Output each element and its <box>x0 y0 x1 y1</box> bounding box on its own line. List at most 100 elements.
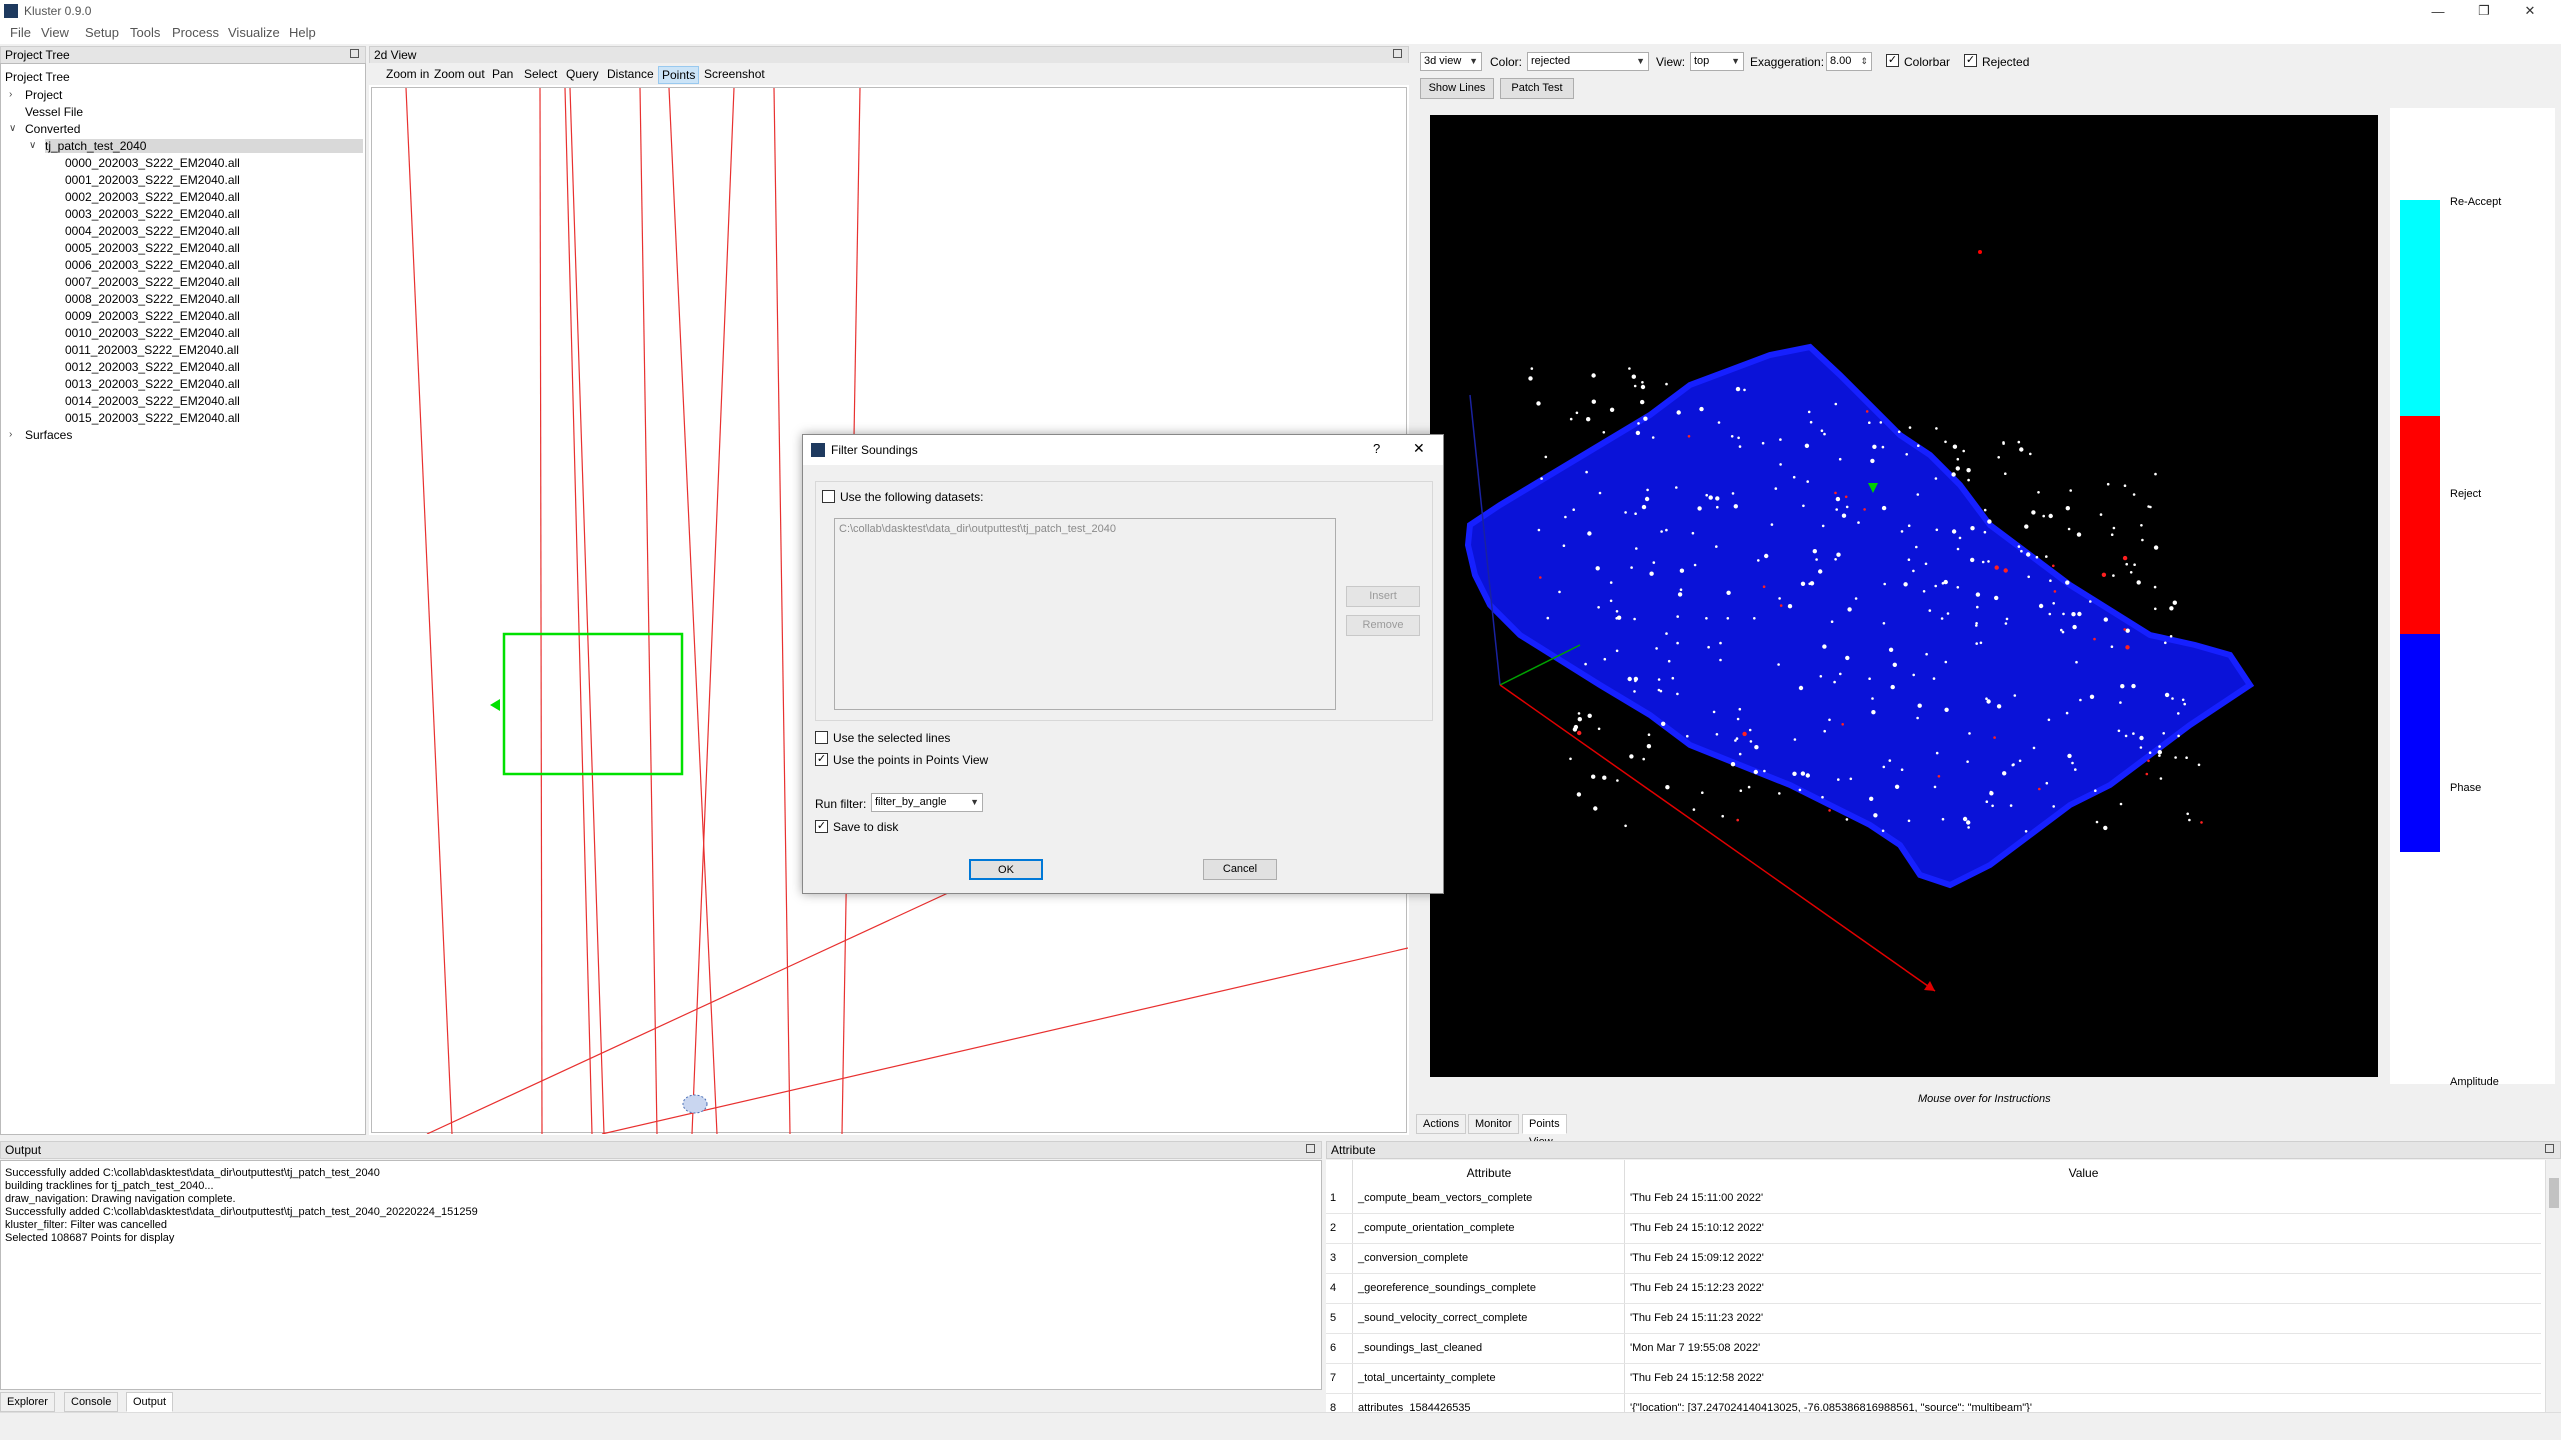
close-icon[interactable]: ✕ <box>1413 440 1425 457</box>
distance-button[interactable]: Distance <box>604 66 657 82</box>
restore-icon[interactable]: ❐ <box>2461 0 2507 22</box>
point-cloud-surface[interactable] <box>1464 343 2255 889</box>
patch-test-button[interactable]: Patch Test <box>1500 78 1574 99</box>
tab-output[interactable]: Output <box>126 1392 174 1412</box>
select-button[interactable]: Select <box>521 66 560 82</box>
datasets-list[interactable]: C:\collab\dasktest\data_dir\outputtest\t… <box>834 518 1336 710</box>
tab-monitor[interactable]: Monitor <box>1468 1114 1519 1134</box>
vertical-scrollbar[interactable] <box>2545 1160 2561 1412</box>
pan-button[interactable]: Pan <box>489 66 516 82</box>
screenshot-button[interactable]: Screenshot <box>701 66 768 82</box>
tab-explorer[interactable]: Explorer <box>0 1392 55 1412</box>
menu-process[interactable]: Process <box>172 25 219 40</box>
rejected-checkbox[interactable]: ✓ <box>1964 54 1977 67</box>
table-row[interactable]: 5 _sound_velocity_correct_complete 'Thu Fe… <box>1326 1304 2541 1334</box>
expand-arrow-icon[interactable]: ∨ <box>9 123 16 134</box>
tab-points-view[interactable]: Points View <box>1522 1114 1567 1148</box>
tree-item-line-file[interactable]: 0004_202003_S222_EM2040.all <box>65 224 240 238</box>
tree-item-line-file[interactable]: 0006_202003_S222_EM2040.all <box>65 258 240 272</box>
cancel-button[interactable]: Cancel <box>1203 859 1277 880</box>
tab-actions[interactable]: Actions <box>1416 1114 1467 1134</box>
menu-setup[interactable]: Setup <box>85 25 119 40</box>
ok-button[interactable]: OK <box>969 859 1043 880</box>
trackline[interactable] <box>426 867 1003 1135</box>
tree-item[interactable]: Vessel File <box>25 105 83 119</box>
tree-item-line-file[interactable]: 0013_202003_S222_EM2040.all <box>65 377 240 391</box>
close-icon[interactable]: ✕ <box>2507 0 2553 22</box>
menu-view[interactable]: View <box>41 25 69 40</box>
float-dock-icon[interactable] <box>2545 1144 2554 1153</box>
trackline[interactable] <box>564 87 593 1135</box>
float-dock-icon[interactable] <box>1306 1144 1315 1153</box>
tree-item-line-file[interactable]: 0007_202003_S222_EM2040.all <box>65 275 240 289</box>
view-select[interactable]: top ▼ <box>1690 52 1744 71</box>
table-row[interactable]: 1 _compute_beam_vectors_complete 'Thu Feb … <box>1326 1184 2541 1214</box>
menu-help[interactable]: Help <box>289 25 316 40</box>
spin-arrows-icon[interactable]: ⇕ <box>1860 53 1868 70</box>
selection-box[interactable] <box>502 632 684 776</box>
menu-visualize[interactable]: Visualize <box>228 25 280 40</box>
tree-item-line-file[interactable]: 0003_202003_S222_EM2040.all <box>65 207 240 221</box>
trackline[interactable] <box>691 87 735 1135</box>
points-3d-canvas[interactable] <box>1430 115 2378 1077</box>
tree-item-line-file[interactable]: 0012_202003_S222_EM2040.all <box>65 360 240 374</box>
table-row[interactable]: 2 _compute_orientation_complete 'Thu Feb 2… <box>1326 1214 2541 1244</box>
float-dock-icon[interactable] <box>350 49 359 58</box>
points-button[interactable]: Points <box>658 66 700 84</box>
tree-item-line-file[interactable]: 0002_202003_S222_EM2040.all <box>65 190 240 204</box>
trackline[interactable] <box>773 87 791 1135</box>
trackline[interactable] <box>569 87 605 1135</box>
tree-item-line-file[interactable]: 0011_202003_S222_EM2040.all <box>65 343 239 357</box>
scrollbar-thumb[interactable] <box>2549 1178 2559 1208</box>
remove-button[interactable]: Remove <box>1346 615 1420 636</box>
zoom-out-button[interactable]: Zoom out <box>431 66 488 82</box>
output-console[interactable]: Successfully added C:\collab\dasktest\da… <box>0 1160 1322 1390</box>
table-row[interactable]: 6 _soundings_last_cleaned 'Mon Mar 7 19:55… <box>1326 1334 2541 1364</box>
use-points-checkbox[interactable]: ✓ <box>815 753 828 766</box>
zoom-in-button[interactable]: Zoom in <box>383 66 432 82</box>
show-lines-button[interactable]: Show Lines <box>1420 78 1494 99</box>
tree-item-line-file[interactable]: 0009_202003_S222_EM2040.all <box>65 309 240 323</box>
tree-item[interactable]: Converted <box>25 122 80 136</box>
use-selected-lines-checkbox[interactable] <box>815 731 828 744</box>
collapse-arrow-icon[interactable]: › <box>9 89 12 100</box>
tree-item[interactable]: tj_patch_test_2040 <box>45 139 363 153</box>
column-header-value[interactable]: Value <box>1626 1166 2541 1184</box>
tree-item-line-file[interactable]: 0005_202003_S222_EM2040.all <box>65 241 240 255</box>
query-button[interactable]: Query <box>563 66 602 82</box>
table-row[interactable]: 7 _total_uncertainty_complete 'Thu Feb 24 … <box>1326 1364 2541 1394</box>
point-cloud[interactable] <box>1430 115 2378 1077</box>
instructions-hint[interactable]: Mouse over for Instructions <box>1918 1093 2051 1105</box>
tree-item[interactable]: Project <box>25 88 62 102</box>
use-datasets-checkbox[interactable] <box>822 490 835 503</box>
collapse-arrow-icon[interactable]: › <box>9 429 12 440</box>
tree-item-line-file[interactable]: 0008_202003_S222_EM2040.all <box>65 292 240 306</box>
trackline[interactable] <box>639 87 658 1135</box>
tree-item-line-file[interactable]: 0001_202003_S222_EM2040.all <box>65 173 240 187</box>
trackline[interactable] <box>668 87 718 1135</box>
tab-console[interactable]: Console <box>64 1392 119 1412</box>
table-row[interactable]: 3 _conversion_complete 'Thu Feb 24 15:09:1… <box>1326 1244 2541 1274</box>
tree-item-line-file[interactable]: 0015_202003_S222_EM2040.all <box>65 411 240 425</box>
color-select[interactable]: rejected ▼ <box>1527 52 1649 71</box>
tree-item-line-file[interactable]: 0014_202003_S222_EM2040.all <box>65 394 240 408</box>
table-row[interactable]: 8 attributes_1584426535 '{"location": [37.… <box>1326 1394 2541 1412</box>
table-row[interactable]: 4 _georeference_soundings_complete 'Thu Fe… <box>1326 1274 2541 1304</box>
column-header-attribute[interactable]: Attribute <box>1354 1166 1624 1184</box>
tree-item[interactable]: Surfaces <box>25 428 72 442</box>
save-to-disk-checkbox[interactable]: ✓ <box>815 820 828 833</box>
tree-item-line-file[interactable]: 0010_202003_S222_EM2040.all <box>65 326 240 340</box>
trackline[interactable] <box>405 87 453 1135</box>
colorbar-checkbox[interactable]: ✓ <box>1886 54 1899 67</box>
menu-file[interactable]: File <box>10 25 31 40</box>
trackline[interactable] <box>539 87 543 1135</box>
view-mode-select[interactable]: 3d view ▼ <box>1420 52 1482 71</box>
run-filter-select[interactable]: filter_by_angle ▼ <box>871 793 983 812</box>
tree-item-line-file[interactable]: 0000_202003_S222_EM2040.all <box>65 156 240 170</box>
minimize-icon[interactable]: — <box>2415 0 2461 22</box>
help-icon[interactable]: ? <box>1373 441 1380 456</box>
insert-button[interactable]: Insert <box>1346 586 1420 607</box>
trackline[interactable] <box>601 947 1409 1135</box>
dataset-path[interactable]: C:\collab\dasktest\data_dir\outputtest\t… <box>839 523 1116 535</box>
exaggeration-spinbox[interactable]: 8.00 ⇕ <box>1826 52 1872 71</box>
